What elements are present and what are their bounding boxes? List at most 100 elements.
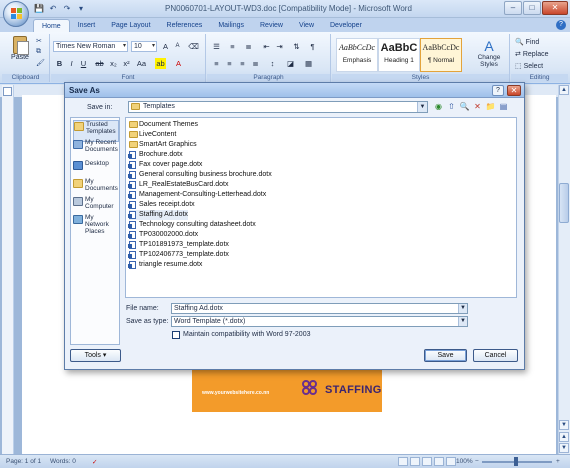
style-emphasis[interactable]: AaBbCcDc Emphasis (336, 38, 378, 72)
search-web-icon[interactable]: 🔍 (459, 101, 470, 112)
draft-icon[interactable] (446, 457, 456, 466)
chevron-down-icon[interactable]: ▼ (417, 102, 427, 112)
scroll-up-icon[interactable]: ▲ (559, 85, 569, 95)
highlight-icon[interactable]: ab (155, 58, 166, 69)
page-count[interactable]: Page: 1 of 1 (6, 458, 41, 465)
font-size-combo[interactable]: 10 (131, 41, 157, 52)
save-button[interactable]: Save (424, 349, 467, 362)
borders-icon[interactable]: ▦ (303, 58, 314, 69)
minimize-button[interactable]: – (504, 1, 522, 15)
subscript-icon[interactable]: x₂ (108, 58, 119, 69)
file-list-item[interactable]: General consulting business brochure.dot… (128, 170, 272, 180)
redo-icon[interactable]: ↷ (61, 3, 73, 15)
next-page-icon[interactable]: ▼ (559, 443, 569, 453)
previous-page-icon[interactable]: ▲ (559, 432, 569, 442)
file-list-item[interactable]: Management-Consulting-Letterhead.dotx (128, 190, 266, 200)
back-icon[interactable]: ◉ (433, 101, 444, 112)
file-name-input[interactable]: Staffing Ad.dotx ▼ (171, 303, 468, 314)
change-case-icon[interactable]: Aa (136, 58, 147, 69)
tab-home[interactable]: Home (33, 19, 70, 32)
vertical-scrollbar[interactable]: ▲ ▼ ▲ ▼ (558, 85, 570, 454)
grow-font-icon[interactable]: A (160, 41, 171, 52)
bold-icon[interactable]: B (54, 58, 65, 69)
underline-icon[interactable]: U (78, 58, 89, 69)
cut-icon[interactable]: ✂ (36, 37, 46, 46)
outline-icon[interactable] (434, 457, 444, 466)
file-list-item[interactable]: Sales receipt.dotx (128, 200, 195, 210)
close-window-button[interactable]: ✕ (542, 1, 568, 15)
tools-button[interactable]: Tools ▾ (70, 349, 121, 362)
superscript-icon[interactable]: x² (121, 58, 132, 69)
dialog-close-button[interactable]: ✕ (507, 85, 521, 96)
numbering-icon[interactable]: ≡ (227, 41, 238, 52)
place-my-network-places[interactable]: My Network Places (73, 214, 119, 236)
change-styles-button[interactable]: A Change Styles (472, 38, 506, 68)
align-right-icon[interactable]: ≡ (237, 58, 248, 69)
dialog-help-button[interactable]: ? (492, 85, 504, 96)
office-button[interactable] (3, 1, 29, 27)
new-folder-icon[interactable]: 📁 (485, 101, 496, 112)
views-icon[interactable]: ▤ (498, 101, 509, 112)
file-list-item[interactable]: SmartArt Graphics (129, 140, 197, 150)
save-in-combo[interactable]: Templates ▼ (128, 101, 428, 113)
shading-icon[interactable]: ◪ (285, 58, 296, 69)
select-button[interactable]: ⬚ Select (515, 62, 543, 70)
line-spacing-icon[interactable]: ↕ (267, 58, 278, 69)
place-my-recent-documents[interactable]: My Recent Documents (73, 139, 119, 161)
view-ruler-icon[interactable] (3, 87, 12, 96)
clear-formatting-icon[interactable]: ⌫ (188, 41, 199, 52)
file-list-item[interactable]: Brochure.dotx (128, 150, 183, 160)
center-icon[interactable]: ≡ (224, 58, 235, 69)
bullets-icon[interactable]: ☰ (211, 41, 222, 52)
web-layout-icon[interactable] (422, 457, 432, 466)
show-hide-icon[interactable]: ¶ (307, 41, 318, 52)
word-count[interactable]: Words: 0 (50, 458, 76, 465)
undo-icon[interactable]: ↶ (47, 3, 59, 15)
align-left-icon[interactable]: ≡ (211, 58, 222, 69)
shrink-font-icon[interactable]: A (172, 41, 183, 52)
multilevel-list-icon[interactable]: ≣ (243, 41, 254, 52)
full-screen-reading-icon[interactable] (410, 457, 420, 466)
file-list-item[interactable]: LiveContent (129, 130, 176, 140)
italic-icon[interactable]: I (66, 58, 77, 69)
delete-icon[interactable]: ✕ (472, 101, 483, 112)
file-list-item[interactable]: Staffing Ad.dotx (128, 210, 188, 220)
paste-button[interactable]: Paste (8, 36, 32, 61)
file-list-item[interactable]: TP030002000.dotx (128, 230, 198, 240)
tab-developer[interactable]: Developer (322, 19, 370, 32)
format-painter-icon[interactable]: 🖌 (36, 59, 46, 68)
help-icon[interactable]: ? (556, 20, 566, 30)
save-icon[interactable]: 💾 (33, 3, 45, 15)
font-color-icon[interactable]: A (173, 58, 184, 69)
tab-references[interactable]: References (159, 19, 211, 32)
scroll-thumb[interactable] (559, 183, 569, 223)
justify-icon[interactable]: ≣ (250, 58, 261, 69)
file-list-item[interactable]: LR_RealEstateBusCard.dotx (128, 180, 229, 190)
file-list-item[interactable]: TP101891973_template.dotx (128, 240, 229, 250)
tab-view[interactable]: View (291, 19, 322, 32)
file-list-item[interactable]: Document Themes (129, 120, 198, 130)
file-list-item[interactable]: Technology consulting datasheet.dotx (128, 220, 256, 230)
replace-button[interactable]: ⇄ Replace (515, 50, 549, 58)
file-list-item[interactable]: triangle resume.dotx (128, 260, 202, 270)
copy-icon[interactable]: ⧉ (36, 48, 46, 57)
save-as-type-select[interactable]: Word Template (*.dotx) ▼ (171, 316, 468, 327)
tab-insert[interactable]: Insert (70, 19, 104, 32)
file-list[interactable]: Document Themes LiveContent SmartArt Graph… (125, 117, 517, 298)
decrease-indent-icon[interactable]: ⇤ (261, 41, 272, 52)
file-list-item[interactable]: Fax cover page.dotx (128, 160, 202, 170)
zoom-level[interactable]: 100% (456, 458, 473, 465)
strikethrough-icon[interactable]: ab (94, 58, 105, 69)
tab-page-layout[interactable]: Page Layout (103, 19, 158, 32)
zoom-out-icon[interactable]: − (475, 458, 479, 465)
customize-qat-icon[interactable]: ▾ (75, 3, 87, 15)
increase-indent-icon[interactable]: ⇥ (274, 41, 285, 52)
cancel-button[interactable]: Cancel (473, 349, 518, 362)
proofing-icon[interactable]: ✓ (92, 458, 97, 466)
font-name-combo[interactable]: Times New Roman (53, 41, 128, 52)
style-normal[interactable]: AaBbCcDc ¶ Normal (420, 38, 462, 72)
file-list-item[interactable]: TP102406773_template.dotx (128, 250, 229, 260)
print-layout-icon[interactable] (398, 457, 408, 466)
tab-mailings[interactable]: Mailings (210, 19, 252, 32)
find-button[interactable]: 🔍 Find (515, 38, 539, 46)
